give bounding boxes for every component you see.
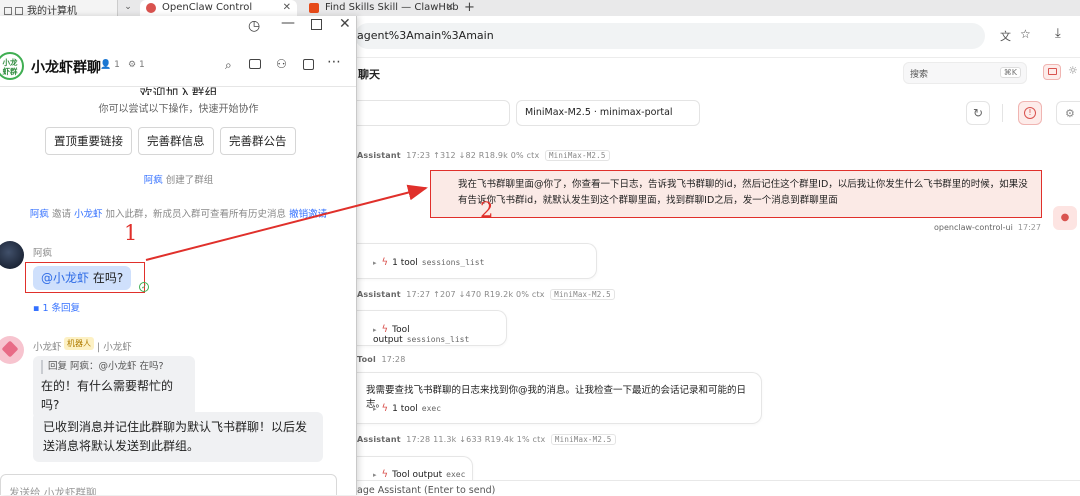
annotation-arrow xyxy=(145,184,428,261)
